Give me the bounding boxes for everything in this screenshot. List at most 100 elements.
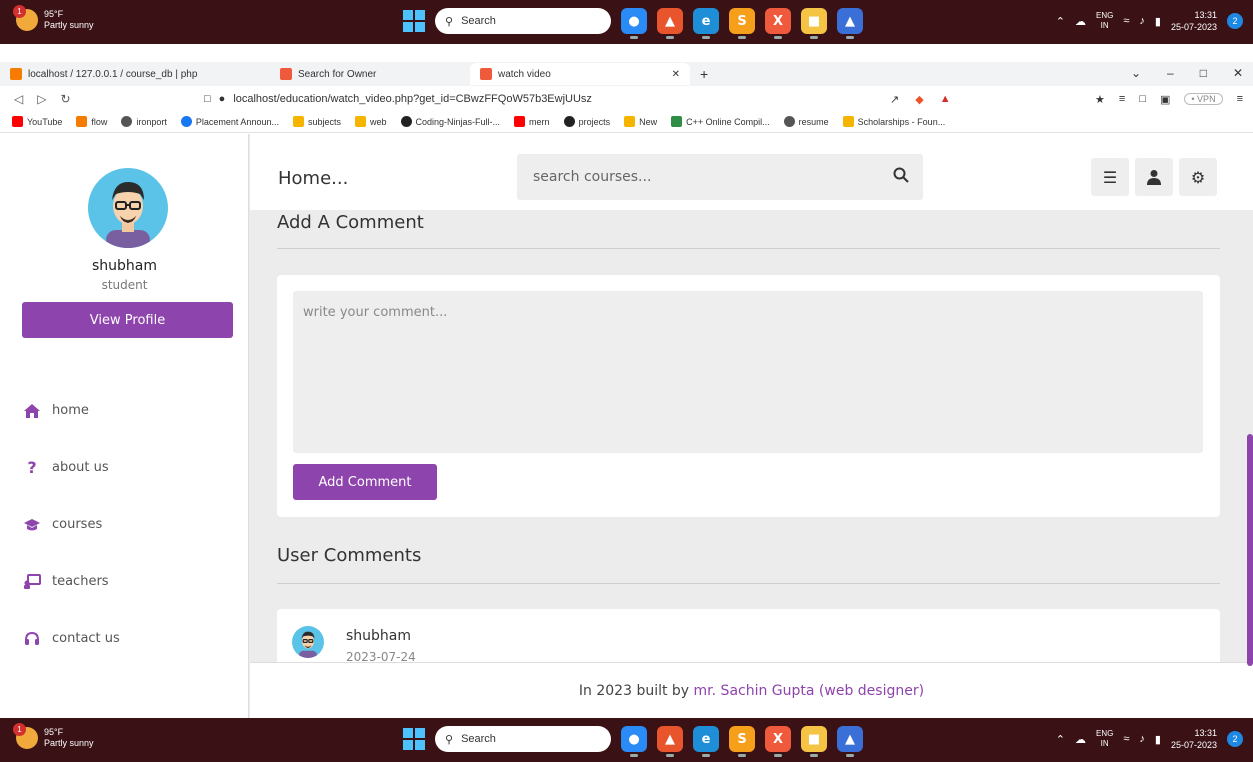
forward-icon[interactable]: ▷ <box>37 92 46 106</box>
sidebar-item-about[interactable]: ? about us <box>22 439 120 496</box>
wallet-icon[interactable]: ▣ <box>1160 93 1170 106</box>
menu-icon[interactable]: ≡ <box>1237 93 1243 105</box>
user-comments-heading: User Comments <box>277 545 422 566</box>
bookmark-web[interactable]: web <box>355 116 387 127</box>
sublime-app-icon[interactable]: S <box>729 8 755 39</box>
sun-icon: 1 <box>13 5 38 31</box>
bookmark-coding-ninjas[interactable]: Coding-Ninjas-Full-... <box>400 116 500 127</box>
hamburger-icon: ☰ <box>1102 167 1118 187</box>
close-window-icon[interactable]: ✕ <box>1233 66 1243 80</box>
language-indicator[interactable]: ENG IN <box>1096 11 1113 31</box>
scholarship-icon <box>842 116 854 127</box>
bookmark-scholarships[interactable]: Scholarships - Foun... <box>842 116 945 127</box>
search-input[interactable]: search courses... <box>517 154 923 200</box>
sidebar-toggle-icon[interactable]: □ <box>1139 93 1146 105</box>
volume-icon[interactable]: ♪ <box>1139 733 1145 745</box>
view-profile-button[interactable]: View Profile <box>22 302 233 338</box>
wifi-icon[interactable]: ≈ <box>1123 15 1129 27</box>
menu-button[interactable]: ☰ <box>1091 158 1129 196</box>
add-comment-button[interactable]: Add Comment <box>293 464 437 500</box>
bookmark-label: flow <box>91 116 108 127</box>
language-indicator[interactable]: ENG IN <box>1096 729 1113 749</box>
maximize-icon[interactable]: □ <box>1200 66 1207 80</box>
xampp-app-icon[interactable]: X <box>765 8 791 39</box>
tab-watch-video[interactable]: watch video ✕ <box>470 63 690 85</box>
page-title[interactable]: Home... <box>278 168 348 189</box>
windows-start-icon[interactable] <box>403 728 425 750</box>
globe-icon <box>783 116 795 127</box>
battery-icon[interactable]: ▮ <box>1155 733 1161 746</box>
chevron-up-icon[interactable]: ⌃ <box>1056 733 1065 746</box>
edge-app-icon[interactable]: e <box>693 726 719 757</box>
chrome-app-icon[interactable]: ● <box>621 8 647 39</box>
photos-app-icon[interactable]: ▲ <box>837 726 863 757</box>
reload-icon[interactable]: ↻ <box>60 92 70 106</box>
profile-role: student <box>101 278 148 292</box>
xampp-app-icon[interactable]: X <box>765 726 791 757</box>
weather-widget[interactable]: 1 95°F Partly sunny <box>13 5 94 31</box>
gear-icon: ⚙ <box>1190 167 1206 187</box>
footer-author-link[interactable]: mr. Sachin Gupta (web designer) <box>694 683 925 699</box>
photos-app-icon[interactable]: ▲ <box>837 8 863 39</box>
scrollbar[interactable] <box>1247 434 1253 666</box>
close-tab-icon[interactable]: ✕ <box>672 69 680 80</box>
bookmark-resume[interactable]: resume <box>783 116 829 127</box>
volume-icon[interactable]: ♪ <box>1139 15 1145 27</box>
url-field[interactable]: localhost/education/watch_video.php?get_… <box>233 93 592 105</box>
clock[interactable]: 13:31 25-07-2023 <box>1171 9 1217 33</box>
bookmark-mern[interactable]: mern <box>514 116 550 127</box>
brave-rewards-icon[interactable]: ▲ <box>940 93 951 105</box>
clock-time: 13:31 <box>1194 10 1217 20</box>
file-explorer-icon[interactable]: ■ <box>801 8 827 39</box>
windows-start-icon[interactable] <box>403 10 425 32</box>
sublime-app-icon[interactable]: S <box>729 726 755 757</box>
brave-app-icon[interactable]: ▲ <box>657 726 683 757</box>
sidebar-item-courses[interactable]: courses <box>22 496 120 553</box>
sidebar-item-home[interactable]: home <box>22 382 120 439</box>
bookmark-youtube[interactable]: YouTube <box>12 116 62 127</box>
file-explorer-icon[interactable]: ■ <box>801 726 827 757</box>
sidebar-item-contact[interactable]: contact us <box>22 610 120 667</box>
bookmark-new[interactable]: New <box>624 116 657 127</box>
clock[interactable]: 13:31 25-07-2023 <box>1171 727 1217 751</box>
bookmark-label: subjects <box>307 116 341 127</box>
user-button[interactable] <box>1135 158 1173 196</box>
bookmark-flow[interactable]: flow <box>76 116 107 127</box>
notification-badge[interactable]: 2 <box>1227 731 1243 747</box>
bookmark-cpp-compiler[interactable]: C++ Online Compil... <box>671 116 770 127</box>
taskbar-search[interactable]: ⚲ Search <box>435 726 611 752</box>
bookmark-projects[interactable]: projects <box>563 116 610 127</box>
tab-phpmyadmin[interactable]: localhost / 127.0.0.1 / course_db | php <box>0 63 270 85</box>
battery-icon[interactable]: ▮ <box>1155 15 1161 28</box>
settings-button[interactable]: ⚙ <box>1179 158 1217 196</box>
reading-list-icon[interactable]: ≡ <box>1119 93 1125 105</box>
comment-textarea[interactable]: write your comment... <box>293 291 1203 453</box>
sidebar-item-teachers[interactable]: teachers <box>22 553 120 610</box>
weather-widget[interactable]: 1 95°F Partly sunny <box>13 723 94 749</box>
wifi-icon[interactable]: ≈ <box>1123 733 1129 745</box>
bookmark-icon[interactable]: □ <box>204 93 211 105</box>
cloud-icon[interactable]: ☁ <box>1075 733 1086 746</box>
chevron-up-icon[interactable]: ⌃ <box>1056 15 1065 28</box>
tab-list-chevron-icon[interactable]: ⌄ <box>1131 66 1141 80</box>
new-tab-button[interactable]: + <box>700 66 708 82</box>
chrome-app-icon[interactable]: ● <box>621 726 647 757</box>
back-icon[interactable]: ◁ <box>14 92 23 106</box>
edge-app-icon[interactable]: e <box>693 8 719 39</box>
search-icon[interactable] <box>893 167 909 187</box>
bookmark-ironport[interactable]: ironport <box>121 116 167 127</box>
xampp-icon <box>480 68 492 80</box>
taskbar-search[interactable]: ⚲ Search <box>435 8 611 34</box>
tab-search-owner[interactable]: Search for Owner <box>270 63 470 85</box>
extensions-icon[interactable]: ★ <box>1095 93 1105 106</box>
bookmark-placement[interactable]: Placement Announ... <box>180 116 279 127</box>
brave-app-icon[interactable]: ▲ <box>657 8 683 39</box>
brave-shield-icon[interactable]: ◆ <box>915 93 923 106</box>
minimize-icon[interactable]: – <box>1167 66 1174 80</box>
share-icon[interactable]: ↗ <box>890 93 899 106</box>
notification-badge[interactable]: 2 <box>1227 13 1243 29</box>
bookmark-subjects[interactable]: subjects <box>292 116 341 127</box>
tab-label: localhost / 127.0.0.1 / course_db | php <box>28 68 198 80</box>
vpn-button[interactable]: • VPN <box>1184 93 1223 105</box>
cloud-icon[interactable]: ☁ <box>1075 15 1086 28</box>
